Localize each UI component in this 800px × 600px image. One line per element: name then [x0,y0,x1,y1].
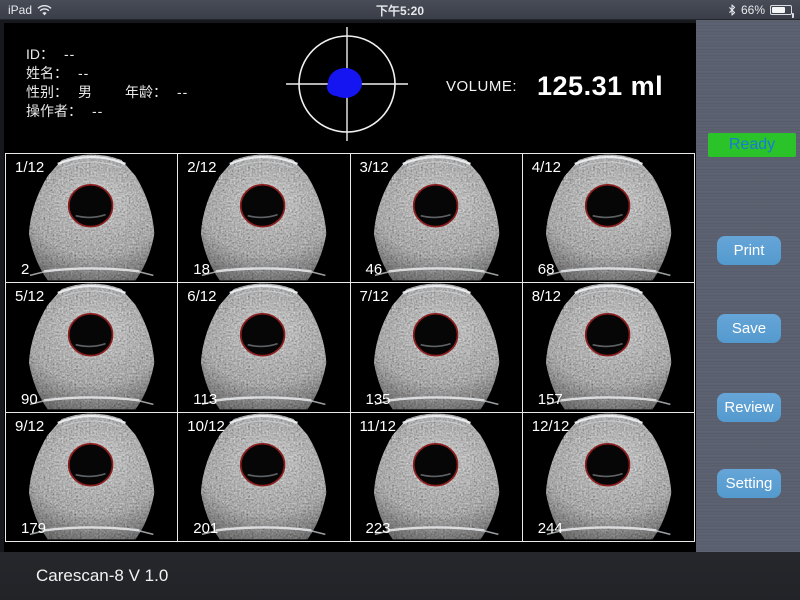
bladder-contour [585,314,629,356]
bladder-contour [585,185,629,227]
bladder-contour [413,314,457,356]
frame-number-label: 90 [21,391,38,408]
review-button[interactable]: Review [717,393,781,422]
frame-number-label: 2 [21,261,29,278]
patient-name-value: -- [78,65,89,81]
bladder-contour [585,443,629,485]
ultrasound-frame-cell[interactable]: 1/12 2 [6,154,177,282]
patient-info-block: ID： -- 姓名： -- 性别： 男 年龄： -- 操作者： -- [26,45,188,121]
bladder-contour [241,443,285,485]
frame-index-label: 6/12 [187,288,216,305]
volume-value: 125.31 ml [537,71,663,102]
bladder-contour [413,443,457,485]
setting-button[interactable]: Setting [717,469,781,498]
bluetooth-icon [728,4,736,16]
frame-index-label: 11/12 [360,418,396,435]
app-version-label: Carescan-8 V 1.0 [36,566,168,586]
patient-id-label: ID： [26,46,54,62]
frame-index-label: 8/12 [532,288,561,305]
patient-id-value: -- [64,46,75,62]
crosshair-target-icon [282,23,412,147]
patient-gender-age-row: 性别： 男 年龄： -- [26,83,188,102]
volume-readout: VOLUME: 125.31 ml [446,71,663,102]
save-button[interactable]: Save [717,314,781,343]
frame-number-label: 201 [193,520,218,537]
ultrasound-frame-cell[interactable]: 10/12 201 [178,413,349,541]
status-badge-label: Ready [729,136,775,154]
ultrasound-frame-cell[interactable]: 2/12 18 [178,154,349,282]
patient-gender-label: 性别： [26,84,68,100]
volume-label: VOLUME: [446,78,517,95]
ultrasound-frame-cell[interactable]: 3/12 46 [351,154,522,282]
patient-name-label: 姓名： [26,65,68,81]
main-panel: ID： -- 姓名： -- 性别： 男 年龄： -- 操作者： -- VOLUME: [4,23,696,552]
patient-operator-row: 操作者： -- [26,102,188,121]
status-badge: Ready [708,133,796,157]
frame-number-label: 46 [366,261,383,278]
frame-index-label: 3/12 [360,159,389,176]
ultrasound-frame-cell[interactable]: 5/12 90 [6,283,177,411]
battery-icon [770,5,792,15]
app-screen: iPad 下午5:20 66% ID：-- 姓 [0,0,800,600]
bladder-contour [413,185,457,227]
frame-index-label: 5/12 [15,288,44,305]
ultrasound-frame-cell[interactable]: 11/12 223 [351,413,522,541]
footer-bar: Carescan-8 V 1.0 [0,552,800,600]
ultrasound-frame-cell[interactable]: 12/12 244 [523,413,694,541]
ultrasound-frame-cell[interactable]: 8/12 157 [523,283,694,411]
patient-gender-value: 男 [78,84,93,100]
ultrasound-frame-cell[interactable]: 9/12 179 [6,413,177,541]
bladder-contour [69,443,113,485]
sidebar: Ready Print Save Review Setting [696,20,800,552]
bladder-contour [241,314,285,356]
frame-number-label: 223 [366,520,391,537]
frame-number-label: 68 [538,261,555,278]
frame-number-label: 135 [366,391,391,408]
bladder-contour [241,185,285,227]
frame-index-label: 4/12 [532,159,561,176]
bladder-contour [69,314,113,356]
frame-index-label: 2/12 [187,159,216,176]
status-bar: iPad 下午5:20 66% [0,0,800,20]
frame-number-label: 18 [193,261,210,278]
frame-number-label: 157 [538,391,563,408]
patient-operator-label: 操作者： [26,103,82,119]
frame-index-label: 12/12 [532,418,570,435]
frame-index-label: 10/12 [187,418,225,435]
frame-index-label: 1/12 [15,159,44,176]
patient-age-label: 年龄： [125,84,167,100]
patient-age-value: -- [177,84,188,100]
patient-id-row: ID： -- [26,45,188,64]
print-button[interactable]: Print [717,236,781,265]
frame-number-label: 244 [538,520,563,537]
ultrasound-frame-cell[interactable]: 7/12 135 [351,283,522,411]
patient-operator-value: -- [92,103,103,119]
frame-number-label: 113 [193,391,217,408]
thumbnail-grid: 1/12 2 2/12 18 [5,153,695,542]
bladder-contour [69,185,113,227]
frame-index-label: 7/12 [360,288,389,305]
ultrasound-frame-cell[interactable]: 6/12 113 [178,283,349,411]
frame-number-label: 179 [21,520,46,537]
ultrasound-frame-cell[interactable]: 4/12 68 [523,154,694,282]
battery-percent-label: 66% [741,3,765,17]
frame-index-label: 9/12 [15,418,44,435]
patient-name-row: 姓名： -- [26,64,188,83]
clock-label: 下午5:20 [376,2,424,19]
